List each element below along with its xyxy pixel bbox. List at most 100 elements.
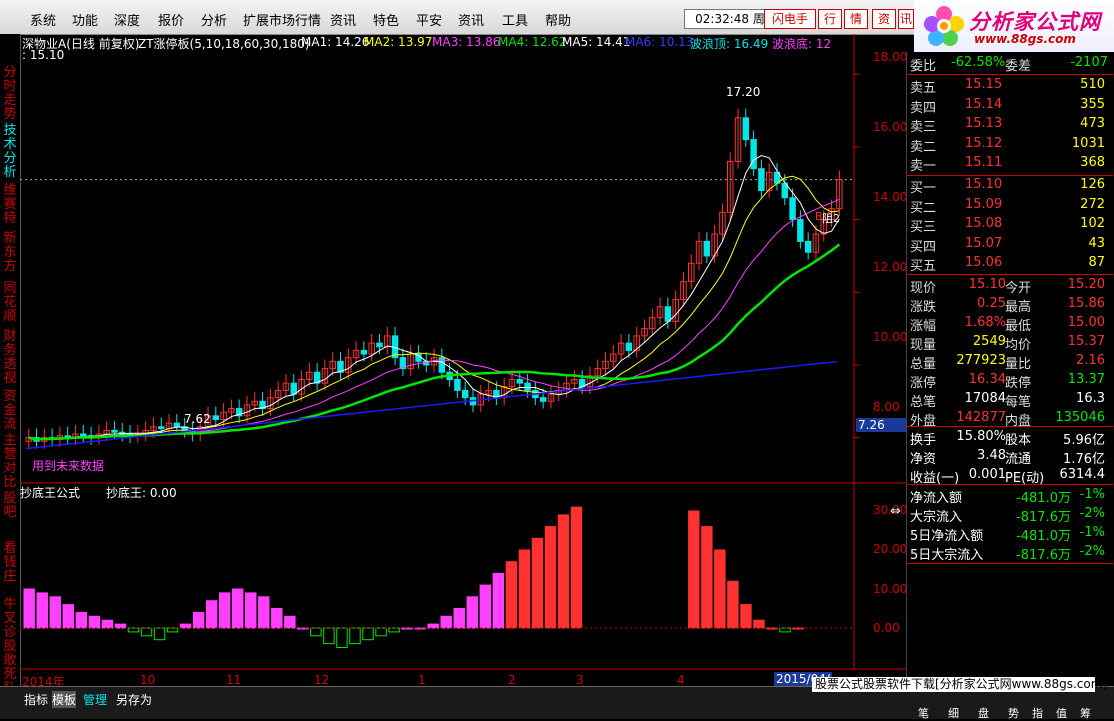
sub-chart-bar [714,549,726,629]
info-button-1[interactable]: 资 [872,9,896,29]
menu-item-system[interactable]: 系统 [30,10,56,29]
order-diff-value: -2107 [1070,55,1108,70]
bid-row: 买四 15.07 43 [907,235,1111,255]
bid-volume: 126 [1080,177,1105,192]
expand-arrow-icon[interactable]: ⇔ [890,504,901,519]
stat-label: 最低 [1005,319,1032,334]
tab-finance[interactable]: 财务透视 [2,330,18,386]
bottom-tab-manage[interactable]: 管理 [83,691,107,708]
bid-volume: 43 [1088,235,1105,251]
menu-item-quote[interactable]: 报价 [158,10,184,29]
tab-business-compare[interactable]: 主营对比 [2,434,18,490]
menu-item-feature[interactable]: 特色 [373,10,399,29]
menu-item-extended-market[interactable]: 扩展市场行情 [243,10,321,29]
tab-stock-diagnosis[interactable]: 牛叉诊股 [2,598,18,654]
bid-volume: 102 [1080,216,1105,231]
bid-row: 买三 15.08 102 [907,215,1111,235]
info-button-2[interactable]: 讯 [898,9,914,29]
kline-chart-area[interactable]: 深物业A(日线 前复权) ZT涨停板(5,10,18,60,30,180) MA… [20,34,908,698]
quote-button-2[interactable]: 情 [844,9,868,29]
menu-item-help[interactable]: 帮助 [545,10,571,29]
sub-chart-bar [284,615,296,629]
ask-row: 卖三 15.13 473 [907,115,1111,135]
flash-trade-button[interactable]: 闪电手 [764,9,816,29]
candle-body [524,382,531,391]
stat-label: 总量 [910,357,937,372]
left-tab-strip: 分时走势 技术分析 维赛特 新东方 同花顺 财务透视 资金流 主营对比 股吧 看… [0,34,21,698]
right-tab-7[interactable]: 筹 [1080,705,1091,721]
stat-label: 现价 [910,281,937,296]
sub-chart-bar [492,572,505,629]
stat-value: 15.00 [1067,315,1105,330]
bottom-tab-template[interactable]: 模板 [52,691,77,708]
sub-chart-bar [153,627,166,641]
tab-money-house[interactable]: 看钱庄 [2,542,18,584]
stat-row: 现量 2549 均价 15.37 [907,333,1111,353]
stat-row: 总笔 17084 每笔 16.3 [907,390,1111,410]
order-ratio-row: 委比 -62.58% 委差 -2107 [907,54,1111,74]
tab-technical-analysis[interactable]: 技术分析 [2,124,18,180]
stat-label: 最高 [1005,300,1032,315]
right-tab-4[interactable]: 势 [1008,705,1019,721]
tab-xindongfang[interactable]: 新东方 [2,232,18,274]
menu-item-analysis[interactable]: 分析 [201,10,227,29]
bid-volume: 272 [1080,196,1105,212]
sub-chart-bar [114,623,127,629]
ask-label: 卖四 [910,100,937,116]
stat-value: 15.20 [1067,277,1105,292]
ask-label: 卖二 [910,139,937,155]
candle-body [461,389,469,399]
sub-chart-bar [779,627,791,633]
tab-stock-bar[interactable]: 股吧 [2,492,18,520]
bottom-tab-save-as[interactable]: 另存为 [116,691,152,708]
flow-label: 大宗流入 [910,510,963,525]
right-tab-1[interactable]: 笔 [918,705,929,721]
menu-item-pingan[interactable]: 平安 [416,10,442,29]
quote-button-1[interactable]: 行 [818,9,842,29]
sub-chart-bar [205,600,218,629]
stat-value: 16.3 [1076,391,1105,406]
candle-body [664,306,672,322]
menu-item-news[interactable]: 资讯 [458,10,484,29]
right-tab-3[interactable]: 盘 [978,705,989,721]
bid-label: 买四 [910,239,937,255]
sub-axis-label: 10.00 [873,582,908,596]
fund-flow-row: 5日净流入额 -481.0万 -1% [907,524,1111,544]
tab-intraday[interactable]: 分时走势 [2,66,18,122]
sub-chart-bar [166,627,179,633]
stat-row: 现价 15.10 今开 15.20 [907,276,1111,296]
candle-body [797,219,804,242]
sub-chart-bar [727,580,739,629]
download-banner[interactable]: 股票公式股票软件下载[分析家公式网www.88gs.com] [812,677,1107,692]
bottom-tab-indicator[interactable]: 指标 [24,691,48,708]
stat-row: 总量 277923 量比 2.16 [907,352,1111,372]
sub-chart-bar [62,604,75,629]
candle-body [454,378,461,391]
stat-value: 6314.4 [1059,467,1106,482]
flow-value: -817.6万 [1016,548,1071,563]
stat-label: 均价 [1005,338,1032,353]
right-tab-5[interactable]: 指 [1032,705,1043,721]
right-tab-2[interactable]: 细 [948,705,959,721]
sub-chart-bar [127,627,140,633]
sub-chart-bar [740,604,752,629]
tab-tonghuashun[interactable]: 同花顺 [2,282,18,324]
menu-item-info-top[interactable]: 资讯 [330,10,356,29]
right-tab-6[interactable]: 值 [1056,705,1067,721]
sub-chart-bar [323,627,335,645]
tab-weisaite[interactable]: 维赛特 [2,184,18,226]
sub-chart-bar [36,592,48,629]
stat-value: 2.16 [1076,353,1105,368]
tab-fund-flow[interactable]: 资金流 [2,390,18,432]
chart-canvas[interactable] [20,34,906,698]
stat-value: 16.34 [968,372,1006,387]
bid-label: 买二 [910,200,937,216]
bid-price: 15.08 [965,216,1003,231]
price-axis-label: 16.00 [873,120,908,134]
menu-item-depth[interactable]: 深度 [114,10,140,29]
ask-row: 卖二 15.12 1031 [907,135,1111,155]
stat-value: 15.37 [1067,334,1105,349]
menu-item-function[interactable]: 功能 [72,10,98,29]
menu-item-tools[interactable]: 工具 [502,10,528,29]
sub-chart-bar [336,627,348,648]
